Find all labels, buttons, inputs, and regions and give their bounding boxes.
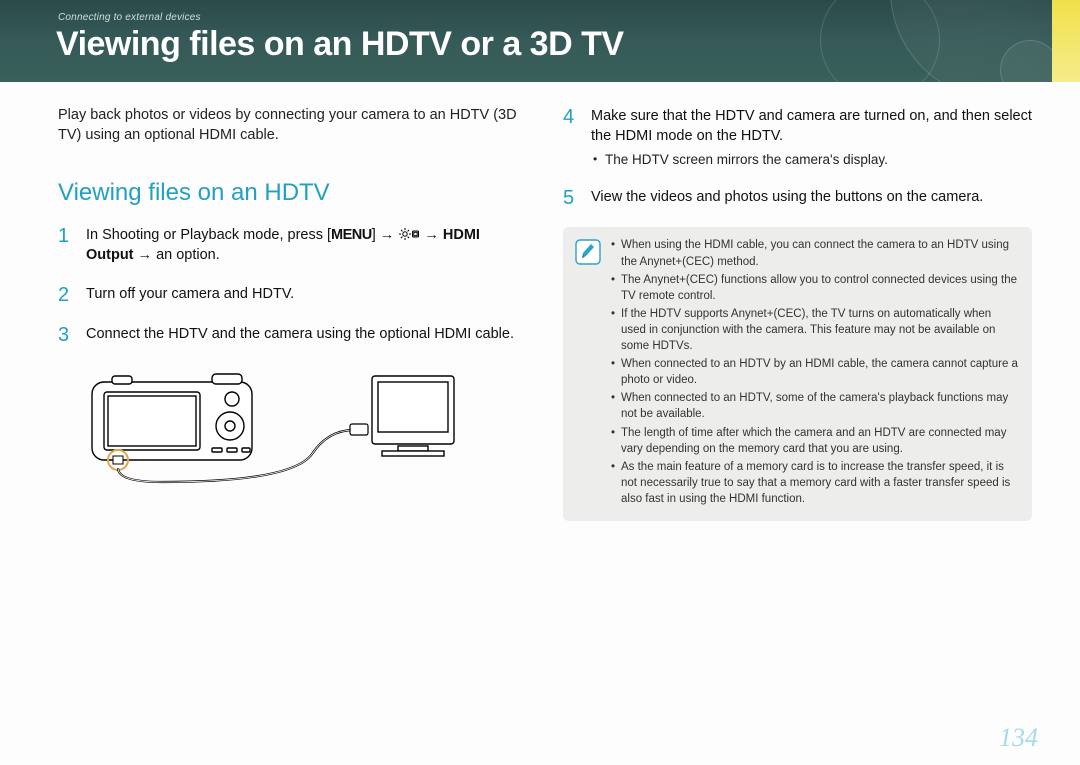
step-number: 3 [58,324,74,346]
step-3: 3 Connect the HDTV and the camera using … [58,324,527,346]
step-number: 4 [563,106,579,169]
step-number: 2 [58,284,74,306]
pen-note-icon [575,239,601,509]
step-text: View the videos and photos using the but… [591,187,983,209]
step-4: 4 Make sure that the HDTV and camera are… [563,106,1032,169]
note-item: When connected to an HDTV, some of the c… [611,390,1018,422]
step1-after-icon: → [420,227,443,243]
step4-text: Make sure that the HDTV and camera are t… [591,108,1032,144]
step-1: 1 In Shooting or Playback mode, press [M… [58,225,527,266]
header-accent-bar [1052,0,1080,82]
content-area: Play back photos or videos by connecting… [0,82,1080,521]
step1-mid: ] → [372,227,399,243]
breadcrumb: Connecting to external devices [0,0,1080,23]
settings-gear-icon [398,227,420,241]
note-item: The Anynet+(CEC) functions allow you to … [611,272,1018,304]
page-number: 134 [999,723,1038,753]
page-header: Connecting to external devices Viewing f… [0,0,1080,82]
note-item: When using the HDMI cable, you can conne… [611,237,1018,269]
step1-pre: In Shooting or Playback mode, press [ [86,227,331,243]
section-title: Viewing files on an HDTV [58,179,527,207]
right-column: 4 Make sure that the HDTV and camera are… [563,106,1032,521]
step-text: In Shooting or Playback mode, press [MEN… [86,225,527,266]
menu-button-label: MENU [331,227,372,243]
camera-hdtv-illustration [82,364,462,489]
step1-end: → an option. [134,247,220,263]
page-title: Viewing files on an HDTV or a 3D TV [0,23,1080,64]
step4-sub-bullet: The HDTV screen mirrors the camera's dis… [591,151,1032,170]
left-column: Play back photos or videos by connecting… [58,106,527,521]
step-number: 5 [563,187,579,209]
step-text: Connect the HDTV and the camera using th… [86,324,514,346]
step-number: 1 [58,225,74,266]
note-item: When connected to an HDTV by an HDMI cab… [611,356,1018,388]
step-2: 2 Turn off your camera and HDTV. [58,284,527,306]
note-box: When using the HDMI cable, you can conne… [563,227,1032,521]
step-text: Turn off your camera and HDTV. [86,284,294,306]
step-text: Make sure that the HDTV and camera are t… [591,106,1032,169]
note-item: As the main feature of a memory card is … [611,459,1018,507]
intro-text: Play back photos or videos by connecting… [58,106,527,145]
step-5: 5 View the videos and photos using the b… [563,187,1032,209]
note-list: When using the HDMI cable, you can conne… [611,237,1018,509]
note-item: If the HDTV supports Anynet+(CEC), the T… [611,306,1018,354]
note-item: The length of time after which the camer… [611,425,1018,457]
